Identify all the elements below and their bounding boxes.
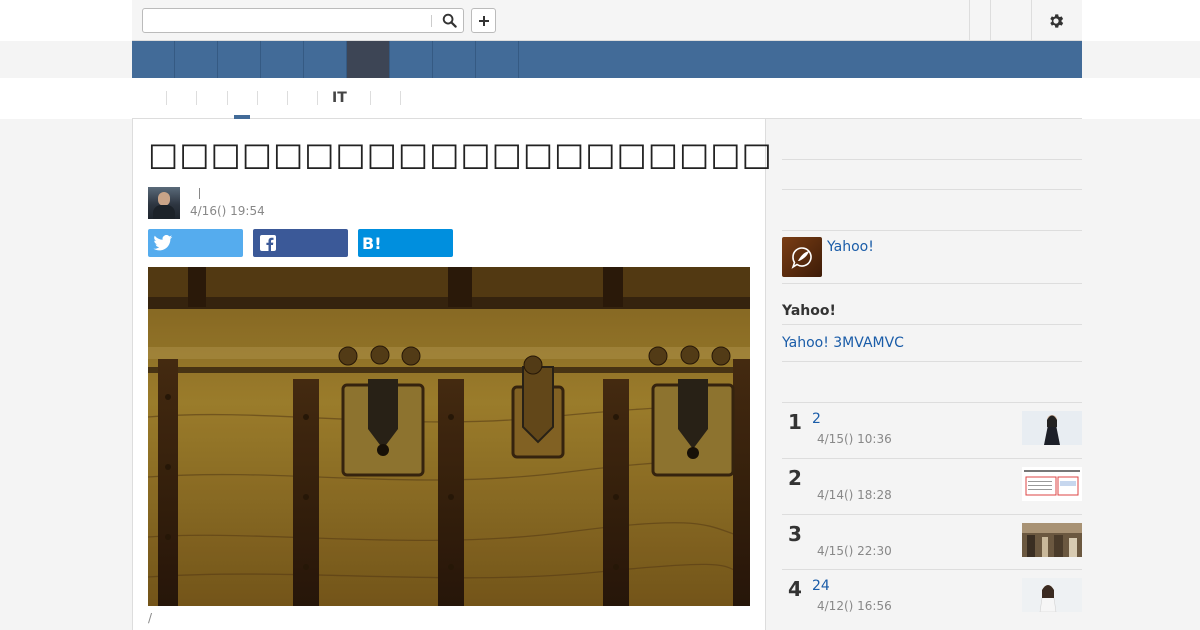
subnav-divider	[400, 91, 401, 105]
nav-item[interactable]	[433, 41, 476, 78]
subnav-divider	[166, 91, 167, 105]
sidebar: Yahoo! Yahoo! Yahoo! 3MVAMVC 1 2 4/15() …	[782, 119, 1082, 630]
ranking-date: 4/15() 22:30	[817, 544, 892, 558]
ranking-date: 4/14() 18:28	[817, 488, 892, 502]
sidebar-divider	[782, 324, 1082, 325]
sidebar-divider	[782, 159, 1082, 160]
nav-item[interactable]	[132, 41, 175, 78]
treasure-chest-image	[148, 267, 750, 606]
twitter-share-button[interactable]	[148, 229, 243, 257]
sidebar-divider	[782, 283, 1082, 284]
facebook-share-button[interactable]	[253, 229, 348, 257]
sidebar-divider	[782, 189, 1082, 190]
nav-item[interactable]	[304, 41, 347, 78]
nav-item-active[interactable]	[347, 41, 390, 78]
nav-item[interactable]	[476, 41, 519, 78]
twitter-icon	[153, 235, 173, 251]
article-date: 4/16() 19:54	[190, 204, 265, 218]
subnav-divider	[370, 91, 371, 105]
ranking-item[interactable]: 4 24 4/12() 16:56	[782, 569, 1082, 625]
top-bar	[0, 0, 1200, 41]
hatena-bookmark-icon: B!	[362, 233, 382, 253]
toolbar-divider	[990, 0, 991, 40]
top-bar-inner	[132, 0, 1082, 41]
plus-icon	[478, 15, 489, 26]
subnav-divider	[287, 91, 288, 105]
nav-item[interactable]	[261, 41, 304, 78]
image-caption: /	[148, 611, 153, 625]
nav-item[interactable]	[390, 41, 433, 78]
toolbar-divider	[1031, 0, 1032, 40]
sidebar-divider	[782, 361, 1082, 362]
gear-icon	[1050, 14, 1064, 28]
settings-button[interactable]	[1045, 10, 1067, 32]
ranking-number: 4	[788, 577, 802, 601]
ranking-item[interactable]: 1 2 4/15() 10:36	[782, 402, 1082, 458]
ranking-number: 2	[788, 466, 802, 490]
ranking-thumbnail[interactable]	[1022, 411, 1082, 445]
ranking-thumbnail[interactable]	[1022, 523, 1082, 557]
ranking-thumbnail[interactable]	[1022, 578, 1082, 612]
search-box	[142, 8, 464, 33]
ranking-number: 3	[788, 522, 802, 546]
ranking-number: 1	[788, 410, 802, 434]
category-nav	[132, 41, 1082, 78]
author-separator	[199, 188, 200, 199]
toolbar-divider	[969, 0, 970, 40]
subnav-divider	[317, 91, 318, 105]
sidebar-heading: Yahoo!	[782, 303, 836, 319]
subnav-item-it[interactable]: IT	[332, 90, 347, 106]
search-divider	[431, 15, 432, 27]
subnav-divider	[257, 91, 258, 105]
ranking-title[interactable]: 2	[812, 411, 821, 427]
ranking-item[interactable]: 2 4/14() 18:28	[782, 458, 1082, 514]
subnav-divider	[196, 91, 197, 105]
ranking-thumbnail[interactable]	[1022, 467, 1082, 501]
author-avatar[interactable]	[148, 187, 180, 219]
feather-icon[interactable]	[782, 237, 822, 277]
add-button[interactable]	[471, 8, 496, 33]
article: □□□□□□□□□□□□□□□□□□□□ 4/16() 19:54 B! /	[132, 119, 772, 630]
sidebar-divider	[782, 230, 1082, 231]
subnav-divider	[227, 91, 228, 105]
article-hero-image	[148, 267, 750, 606]
ranking-date: 4/12() 16:56	[817, 599, 892, 613]
hatena-bookmark-button[interactable]: B!	[358, 229, 453, 257]
search-icon	[442, 13, 457, 28]
sidebar-link[interactable]: Yahoo! 3MVAMVC	[782, 335, 904, 351]
search-button[interactable]	[437, 11, 461, 30]
nav-item[interactable]	[175, 41, 218, 78]
nav-item[interactable]	[218, 41, 261, 78]
article-title: □□□□□□□□□□□□□□□□□□□□	[148, 135, 773, 173]
facebook-icon	[260, 235, 276, 251]
ranking-date: 4/15() 10:36	[817, 432, 892, 446]
promo-link[interactable]: Yahoo!	[827, 239, 874, 255]
ranking-title[interactable]: 24	[812, 578, 830, 594]
search-input[interactable]	[147, 11, 429, 30]
ranking-item[interactable]: 3 4/15() 22:30	[782, 514, 1082, 570]
sub-category-nav: IT	[132, 78, 1082, 119]
